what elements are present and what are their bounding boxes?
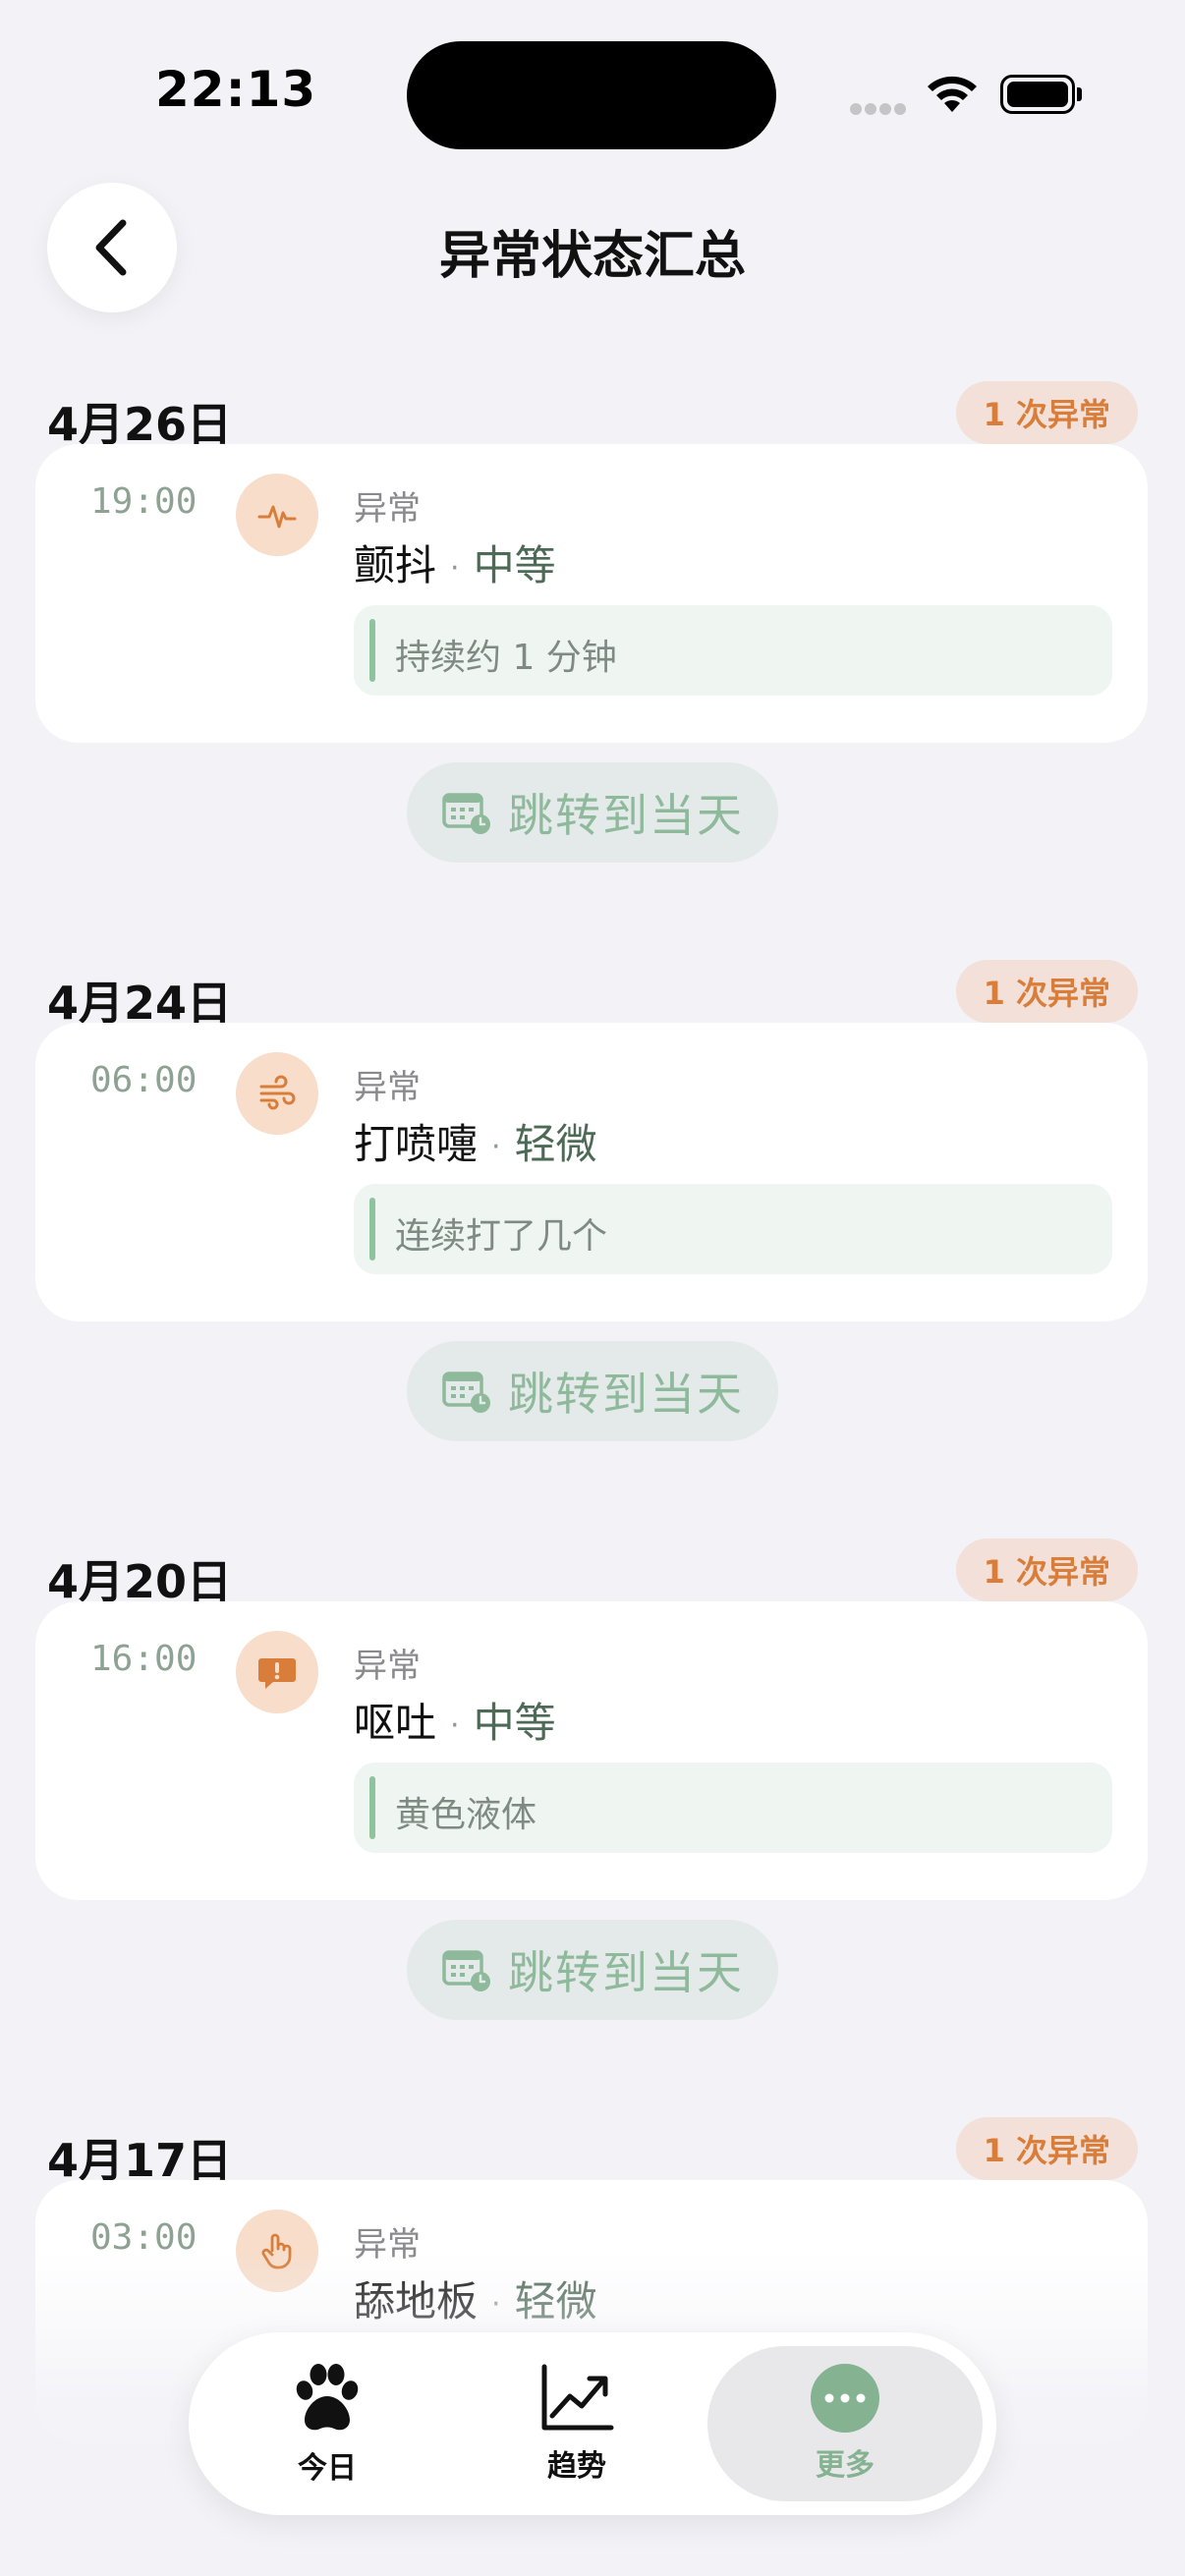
- anomaly-card[interactable]: 06:00 异常 打喷嚏 · 轻微 连续打了几个: [35, 1023, 1148, 1321]
- tab-bar: 今日 趋势 更多: [189, 2332, 996, 2515]
- anomaly-count-badge: 1 次异常: [955, 960, 1138, 1023]
- anomaly-title-line: 打喷嚏 · 轻微: [354, 1111, 597, 1171]
- anomaly-count-badge: 1 次异常: [955, 1539, 1138, 1601]
- anomaly-severity: 中等: [473, 541, 556, 589]
- anomaly-count-badge: 1 次异常: [955, 381, 1138, 444]
- dynamic-island: [407, 41, 776, 149]
- anomaly-time: 03:00: [90, 2217, 198, 2258]
- note-text: 连续打了几个: [395, 1216, 608, 1257]
- battery-icon: [1000, 75, 1083, 114]
- anomaly-card[interactable]: 16:00 异常 呕吐 · 中等 黄色液体: [35, 1601, 1148, 1900]
- anomaly-time: 16:00: [90, 1639, 198, 1679]
- jump-to-day-label: 跳转到当天: [508, 1368, 744, 1421]
- anomaly-severity: 轻微: [514, 2277, 597, 2325]
- page-title: 异常状态汇总: [438, 227, 746, 286]
- anomaly-time: 19:00: [90, 481, 198, 522]
- jump-to-day-label: 跳转到当天: [508, 789, 744, 842]
- anomaly-severity: 轻微: [514, 1120, 597, 1168]
- heartbeat-icon: [236, 474, 318, 556]
- anomaly-time: 06:00: [90, 1060, 198, 1100]
- tab-label: 更多: [816, 2448, 875, 2483]
- anomaly-title: 舔地板: [354, 2277, 479, 2325]
- anomaly-title: 呕吐: [354, 1699, 437, 1747]
- paw-icon: [296, 2364, 359, 2431]
- anomaly-category: 异常: [354, 489, 421, 529]
- anomaly-title: 颤抖: [354, 541, 437, 589]
- anomaly-note: 连续打了几个: [354, 1184, 1112, 1274]
- separator-dot: ·: [491, 2287, 501, 2322]
- separator-dot: ·: [450, 551, 460, 586]
- anomaly-card[interactable]: 19:00 异常 颤抖 · 中等 持续约 1 分钟: [35, 444, 1148, 743]
- hand-pointer-icon: [236, 2210, 318, 2292]
- tab-trends[interactable]: 趋势: [503, 2346, 650, 2501]
- jump-to-day-button[interactable]: 跳转到当天: [407, 1920, 778, 2020]
- tab-label: 趋势: [547, 2449, 606, 2484]
- note-accent-bar: [369, 1776, 375, 1839]
- calendar-clock-icon: [442, 1950, 490, 1991]
- note-accent-bar: [369, 619, 375, 682]
- trend-chart-icon: [541, 2364, 614, 2431]
- separator-dot: ·: [491, 1130, 501, 1164]
- anomaly-category: 异常: [354, 1647, 421, 1686]
- anomaly-note: 黄色液体: [354, 1763, 1112, 1853]
- anomaly-title-line: 呕吐 · 中等: [354, 1690, 556, 1750]
- tab-more[interactable]: 更多: [707, 2346, 983, 2501]
- status-bar: 22:13: [0, 0, 1185, 187]
- anomaly-category: 异常: [354, 2225, 421, 2265]
- note-text: 持续约 1 分钟: [395, 638, 617, 678]
- wind-icon: [236, 1052, 318, 1135]
- anomaly-count-badge: 1 次异常: [955, 2117, 1138, 2180]
- anomaly-title-line: 颤抖 · 中等: [354, 532, 556, 592]
- alert-bubble-icon: [236, 1631, 318, 1713]
- jump-to-day-button[interactable]: 跳转到当天: [407, 1341, 778, 1441]
- tab-label: 今日: [298, 2451, 357, 2486]
- jump-to-day-label: 跳转到当天: [508, 1946, 744, 1999]
- anomaly-title-line: 舔地板 · 轻微: [354, 2268, 597, 2328]
- anomaly-note: 持续约 1 分钟: [354, 605, 1112, 696]
- tab-today[interactable]: 今日: [254, 2346, 401, 2501]
- wifi-icon: [928, 76, 977, 112]
- anomaly-title: 打喷嚏: [354, 1120, 479, 1168]
- cellular-signal-icon: [850, 100, 909, 116]
- separator-dot: ·: [450, 1708, 460, 1743]
- anomaly-category: 异常: [354, 1068, 421, 1107]
- calendar-clock-icon: [442, 1372, 490, 1413]
- calendar-clock-icon: [442, 793, 490, 834]
- anomaly-severity: 中等: [473, 1699, 556, 1747]
- note-accent-bar: [369, 1198, 375, 1260]
- jump-to-day-button[interactable]: 跳转到当天: [407, 762, 778, 863]
- note-text: 黄色液体: [395, 1795, 537, 1835]
- more-icon: [811, 2364, 879, 2433]
- status-time: 22:13: [155, 61, 317, 118]
